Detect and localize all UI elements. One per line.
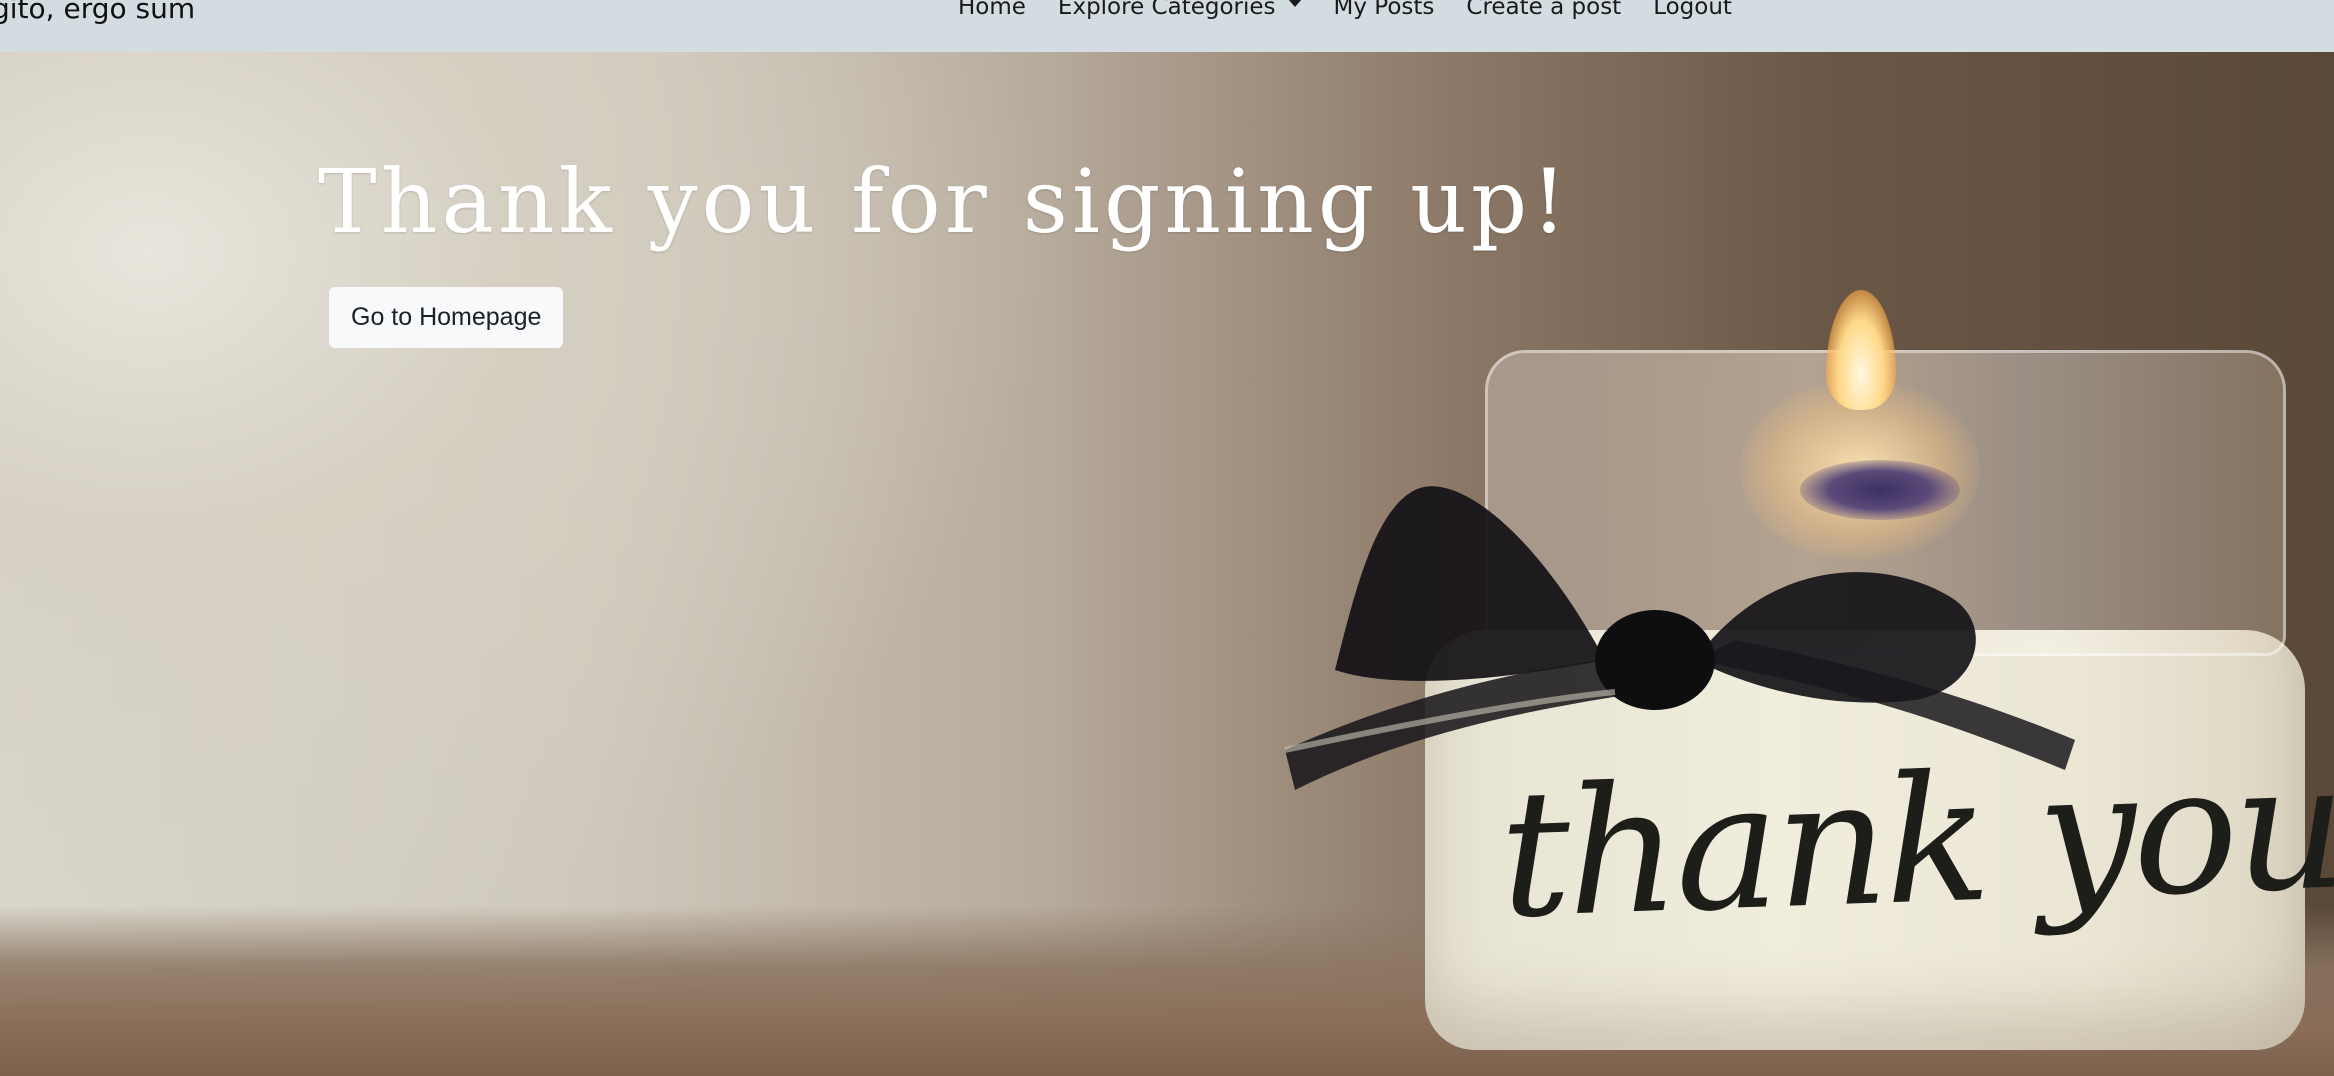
go-to-homepage-button[interactable]: Go to Homepage	[329, 287, 564, 348]
top-navbar: gito, ergo sum Home Explore Categories M…	[0, 0, 2334, 52]
nav-link-my-posts[interactable]: My Posts	[1334, 0, 1435, 20]
candle-label-text: thank you	[1496, 725, 2334, 958]
page-title: Thank you for signing up!	[318, 150, 1571, 253]
chevron-down-icon	[1287, 0, 1302, 7]
nav-link-create-post[interactable]: Create a post	[1466, 0, 1621, 20]
nav-link-logout[interactable]: Logout	[1653, 0, 1732, 20]
nav-link-explore-categories-label: Explore Categories	[1057, 0, 1276, 20]
brand-link[interactable]: gito, ergo sum	[0, 0, 195, 25]
candle-flame	[1826, 290, 1896, 410]
nav-link-home[interactable]: Home	[958, 0, 1026, 20]
nav-links: Home Explore Categories My Posts Create …	[958, 0, 1764, 20]
hero-section: thank you Thank you for signing up! Go t…	[0, 52, 2334, 1076]
nav-link-explore-categories[interactable]: Explore Categories	[1058, 0, 1302, 20]
